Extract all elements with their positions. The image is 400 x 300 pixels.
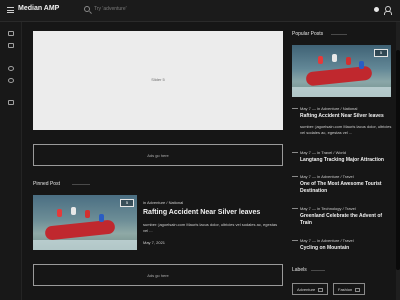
raft-shape	[44, 219, 116, 241]
label-count-icon	[355, 287, 361, 292]
paddler-shape	[99, 214, 104, 222]
paddler-shape	[57, 209, 62, 217]
left-rail	[0, 22, 22, 300]
paddler-shape	[359, 61, 364, 69]
popular-post-meta[interactable]: May 7 — in Adventure / Travel	[300, 238, 354, 243]
popular-posts-heading: Popular Posts	[292, 31, 324, 37]
folder-icon[interactable]	[8, 31, 14, 36]
popular-post-meta[interactable]: May 7 — in Travel / World	[300, 150, 346, 155]
pinned-post-title[interactable]: Rafting Accident Near Silver leaves	[143, 209, 283, 216]
label-chip-fashion[interactable]: Fashion	[333, 283, 366, 295]
top-bar: Median AMP Try 'adventure'	[0, 0, 400, 22]
heading-divider	[72, 184, 90, 185]
paddler-shape	[71, 207, 76, 215]
popular-post-excerpt: sumber: jagoelsain.com Mauris lacus dolo…	[300, 124, 392, 135]
heading-divider	[331, 34, 347, 35]
popular-post-title[interactable]: Rafting Accident Near Silver leaves	[300, 113, 392, 120]
paddler-shape	[318, 56, 323, 64]
labels-heading: Labels	[292, 267, 307, 273]
paddler-shape	[332, 54, 337, 62]
user-icon[interactable]	[384, 6, 392, 15]
ad-slot-top[interactable]: Ads go here	[33, 144, 283, 166]
water-splash	[33, 240, 137, 250]
upload-icon[interactable]	[8, 100, 14, 105]
comment-count-badge[interactable]: 5	[120, 199, 134, 207]
heading-divider	[311, 270, 325, 271]
popular-post-title[interactable]: Cycling on Mountain	[300, 245, 392, 252]
water-splash	[292, 87, 391, 97]
scrollbar-thumb[interactable]	[396, 50, 400, 270]
ad-slot-bottom[interactable]: Ads go here	[33, 264, 283, 286]
ad-label: Ads go here	[147, 153, 169, 158]
popular-post-title[interactable]: Langtang Tracking Major Attraction	[300, 157, 392, 164]
popular-post-image[interactable]: 5	[292, 45, 391, 97]
label-chip-adventure[interactable]: Adventure	[292, 283, 329, 295]
pinned-post-image[interactable]: 5	[33, 195, 137, 250]
slider-label: Slider 5	[151, 77, 165, 82]
slider[interactable]: Slider 5	[33, 31, 283, 130]
label-count-icon	[318, 287, 324, 292]
label-name: Adventure	[297, 287, 316, 292]
popular-post-meta[interactable]: May 7 — in Adventure / Travel	[300, 174, 354, 179]
ad-label: Ads go here	[147, 273, 169, 278]
list-separator	[292, 208, 298, 209]
pinned-post-meta[interactable]: in Adventure / National	[143, 200, 183, 205]
list-separator	[292, 176, 298, 177]
popular-post-meta[interactable]: May 7 — in Technology / Travel	[300, 206, 356, 211]
search-input[interactable]: Try 'adventure'	[94, 6, 214, 12]
folder-icon[interactable]	[8, 43, 14, 48]
list-separator	[292, 152, 298, 153]
pinned-post-excerpt: sumber: jagoelsain.com Mauris lacus dolo…	[143, 222, 278, 233]
paddler-shape	[85, 210, 90, 218]
menu-icon[interactable]	[7, 7, 14, 13]
users-icon[interactable]	[8, 66, 14, 71]
paddler-shape	[346, 57, 351, 65]
popular-post-title[interactable]: Greenland Celebrate the Advent of Train	[300, 213, 392, 227]
popular-post-meta[interactable]: May 7 — in Adventure / National	[300, 106, 357, 111]
clock-icon[interactable]	[8, 78, 14, 83]
scrollbar[interactable]	[396, 22, 400, 300]
site-title[interactable]: Median AMP	[18, 5, 59, 12]
list-separator	[292, 240, 298, 241]
pinned-post-date: May 7, 2021	[143, 240, 166, 245]
theme-toggle-icon[interactable]	[374, 7, 379, 12]
comment-count-badge[interactable]: 5	[374, 49, 388, 57]
pinned-post-heading: Pinned Post	[33, 181, 60, 187]
search-icon[interactable]	[84, 6, 90, 12]
popular-post-title[interactable]: One of The Most Awesome Tourist Destinat…	[300, 181, 392, 195]
label-name: Fashion	[338, 287, 353, 292]
list-separator	[292, 108, 298, 109]
